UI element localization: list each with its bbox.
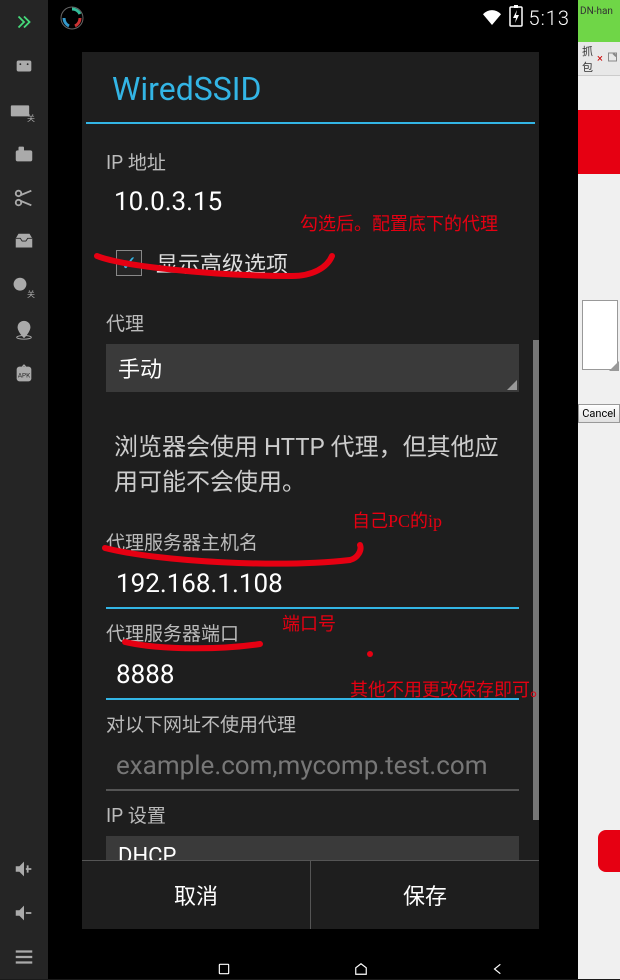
proxy-port-input[interactable]: 8888 — [106, 654, 519, 700]
volume-down-icon[interactable] — [0, 891, 48, 935]
right-red-block — [578, 110, 620, 174]
webcam-icon[interactable]: 关 — [0, 264, 48, 308]
camera-icon[interactable] — [0, 132, 48, 176]
save-button[interactable]: 保存 — [311, 861, 539, 929]
proxy-spinner[interactable]: 手动 — [106, 344, 519, 392]
proxy-host-input[interactable]: 192.168.1.108 — [106, 563, 519, 609]
inbox-icon[interactable] — [0, 220, 48, 264]
battery-icon — [509, 5, 523, 32]
nav-home-icon[interactable] — [349, 961, 373, 980]
advanced-checkbox[interactable]: ✓ — [116, 250, 142, 276]
volume-up-icon[interactable] — [0, 847, 48, 891]
proxy-host-label: 代理服务器主机名 — [106, 528, 519, 555]
apk-icon[interactable]: APK — [0, 352, 48, 396]
wifi-icon — [481, 6, 503, 30]
scrollbar[interactable] — [533, 340, 539, 820]
ip-settings-spinner[interactable]: DHCP — [106, 836, 519, 860]
keyboard-icon[interactable]: 关 — [0, 88, 48, 132]
ip-address-value: 10.0.3.15 — [106, 183, 519, 227]
bypass-input[interactable]: example.com,mycomp.test.com — [106, 745, 519, 791]
right-textarea[interactable] — [582, 300, 618, 370]
close-icon[interactable]: × — [597, 52, 603, 65]
emulator-sidebar: 关 关 APK — [0, 0, 48, 979]
expand-icon[interactable] — [0, 0, 48, 44]
right-window-edge: DN-han 抓包 × Cancel — [578, 0, 620, 979]
ip-address-label: IP 地址 — [106, 148, 519, 175]
dialog-buttons: 取消 保存 — [82, 860, 539, 929]
location-icon[interactable] — [0, 308, 48, 352]
ip-settings-label: IP 设置 — [106, 801, 519, 828]
wifi-settings-dialog: WiredSSID IP 地址 10.0.3.15 ✓ 显示高级选项 代理 手动… — [82, 52, 539, 929]
right-cancel-button[interactable]: Cancel — [578, 404, 620, 423]
status-bar: 5:13 — [48, 0, 578, 36]
nav-back-icon[interactable] — [486, 961, 510, 980]
bypass-label: 对以下网址不使用代理 — [106, 710, 519, 737]
proxy-info-text: 浏览器会使用 HTTP 代理，但其他应用可能不会使用。 — [106, 400, 519, 518]
right-red-float — [598, 830, 620, 872]
advanced-label: 显示高级选项 — [156, 247, 288, 279]
status-time: 5:13 — [529, 6, 570, 30]
proxy-label: 代理 — [106, 309, 519, 336]
proxy-port-label: 代理服务器端口 — [106, 619, 519, 646]
right-titlebar: DN-han — [578, 0, 620, 42]
android-icon[interactable] — [0, 44, 48, 88]
scissors-icon[interactable] — [0, 176, 48, 220]
cancel-button[interactable]: 取消 — [82, 861, 311, 929]
nav-recent-icon[interactable] — [212, 961, 236, 980]
advanced-options-row[interactable]: ✓ 显示高级选项 — [106, 227, 519, 299]
dialog-title: WiredSSID — [82, 52, 539, 122]
app-logo-icon — [60, 6, 84, 30]
android-nav-bar — [96, 961, 620, 979]
edit-icon[interactable] — [607, 51, 619, 66]
right-tab[interactable]: 抓包 × — [578, 42, 620, 76]
menu-icon[interactable] — [0, 935, 48, 979]
svg-text:APK: APK — [18, 372, 31, 380]
